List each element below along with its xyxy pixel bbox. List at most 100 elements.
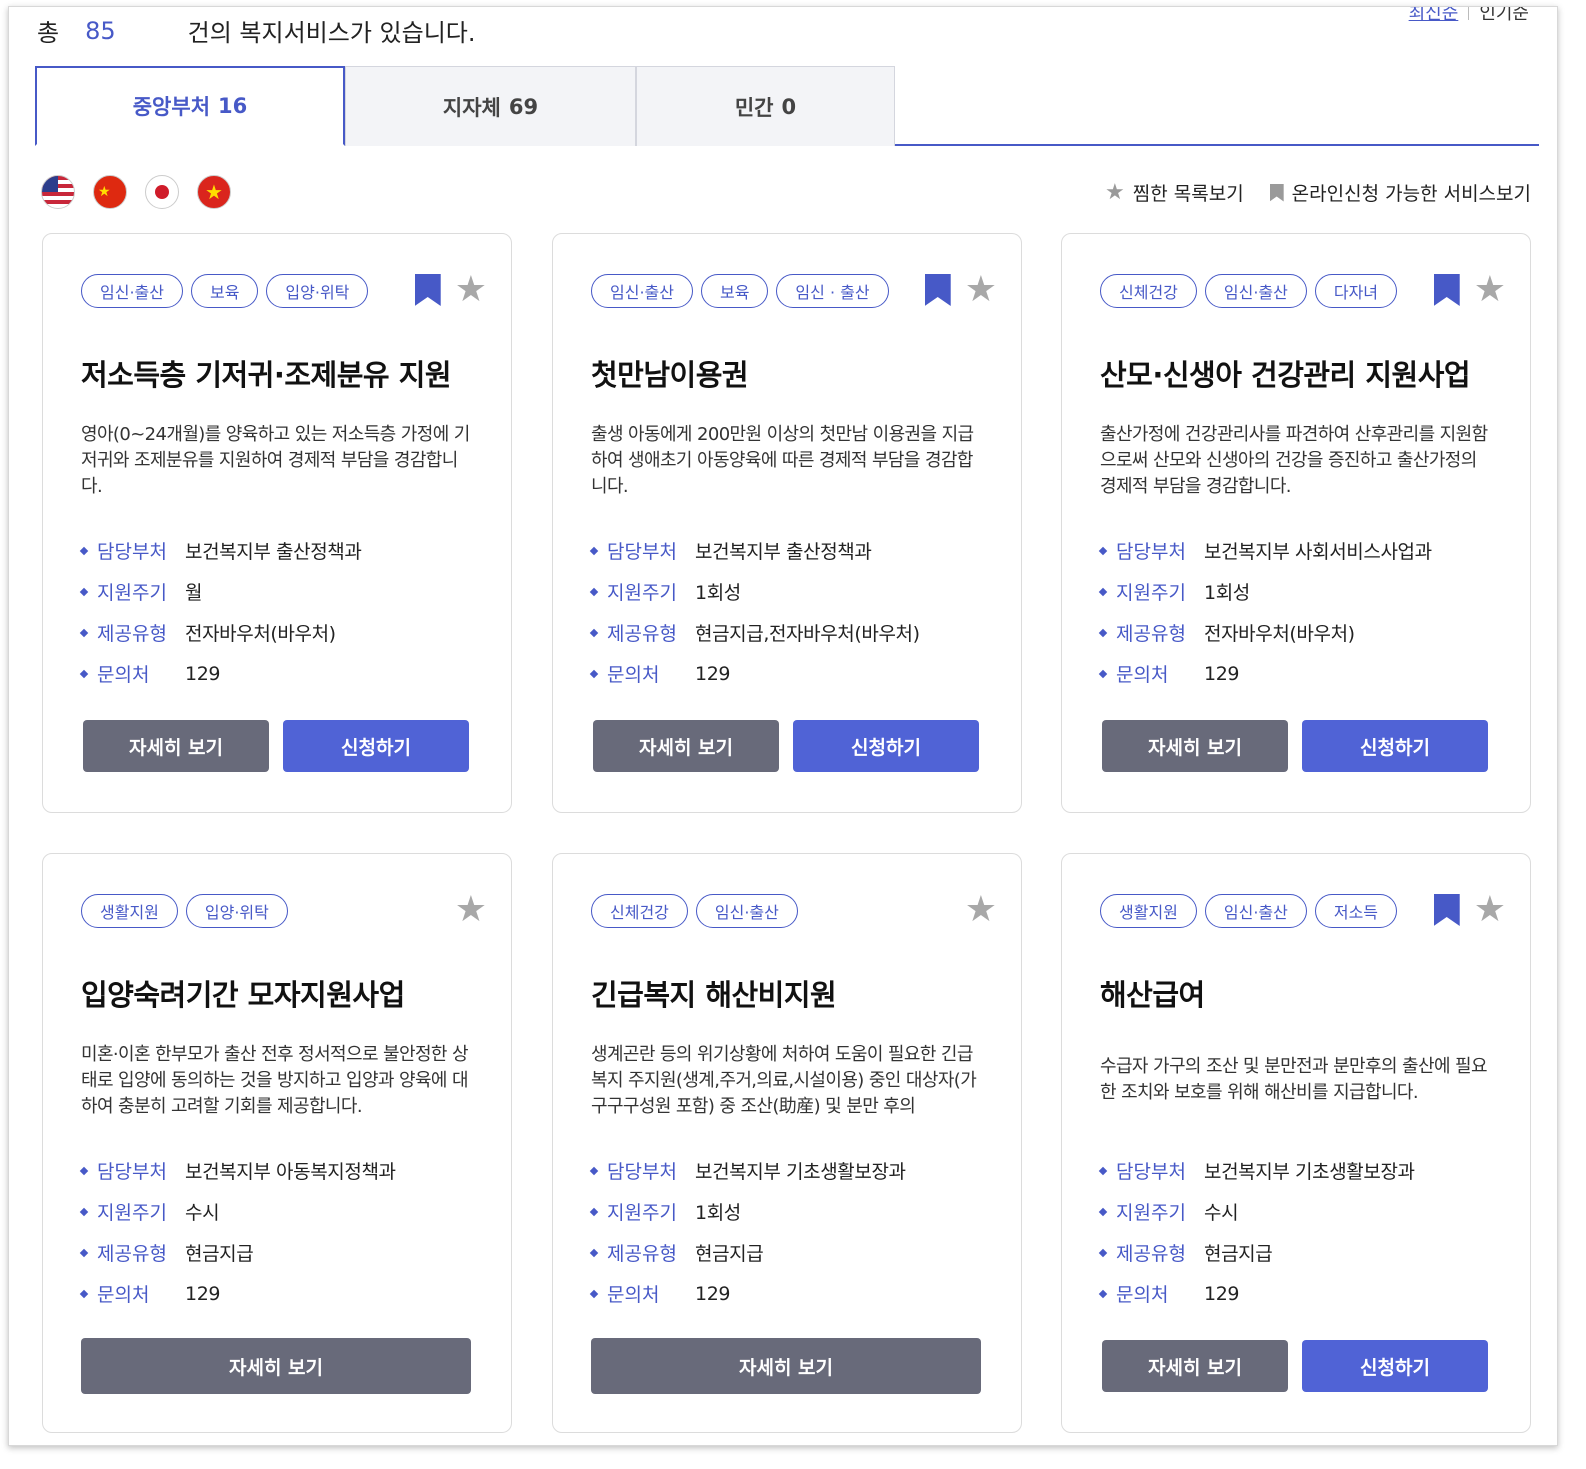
category-tag[interactable]: 임신·출산 [1204, 274, 1307, 308]
bullet-icon [1098, 587, 1108, 596]
detail-button[interactable]: 자세히 보기 [1102, 1340, 1288, 1392]
service-card: 생활지원 임신·출산 저소득 ★ 해산급여 수급자 가구의 조산 및 분만전과 … [1061, 853, 1531, 1433]
cycle-label: 지원주기 [97, 1202, 167, 1224]
dept-value: 보건복지부 기초생활보장과 [1204, 1161, 1415, 1183]
dept-value: 보건복지부 출산정책과 [695, 541, 872, 563]
apply-button[interactable]: 신청하기 [1302, 1340, 1488, 1392]
dept-label: 담당부처 [1116, 541, 1186, 563]
type-label: 제공유형 [607, 623, 677, 645]
bullet-icon [79, 546, 89, 555]
category-tag[interactable]: 임신·출산 [695, 894, 798, 928]
service-card: 임신·출산 보육 입양·위탁 ★ 저소득층 기저귀·조제분유 지원 영아(0~2… [42, 233, 512, 813]
summary-suffix: 건의 복지서비스가 있습니다. [187, 19, 476, 47]
tab-central[interactable]: 중앙부처 16 [35, 66, 345, 146]
tab-local[interactable]: 지자체 69 [345, 66, 636, 146]
card-info: 담당부처 보건복지부 출산정책과 지원주기 월 제공유형 전자바우처(바우처) 문의처… [79, 530, 362, 694]
summary-prefix: 총 [37, 19, 60, 47]
card-tags: 생활지원 임신·출산 저소득 [1100, 894, 1398, 928]
cycle-value: 1회성 [1204, 582, 1250, 604]
vietnam-flag-icon[interactable]: ★ [197, 175, 231, 209]
category-tag[interactable]: 임신·출산 [591, 274, 693, 308]
sort-popular-link[interactable]: 인기순 [1479, 7, 1529, 25]
card-actions: ★ [455, 892, 487, 928]
category-tag[interactable]: 임신·출산 [1204, 894, 1307, 928]
bullet-icon [79, 587, 89, 596]
bullet-icon [589, 587, 599, 596]
bullet-icon [1098, 1248, 1108, 1257]
detail-button[interactable]: 자세히 보기 [1102, 720, 1288, 772]
detail-button[interactable]: 자세히 보기 [591, 1338, 981, 1394]
card-description: 생계곤란 등의 위기상황에 처하여 도움이 필요한 긴급복지 주지원(생계,주거… [591, 1044, 977, 1117]
type-value: 현금지급 [185, 1243, 254, 1265]
card-title: 입양숙려기간 모자지원사업 [81, 978, 405, 1012]
tab-count: 16 [218, 94, 248, 118]
cycle-value: 월 [185, 582, 203, 604]
card-title: 첫만남이용권 [591, 358, 749, 392]
detail-button[interactable]: 자세히 보기 [81, 1338, 471, 1394]
category-tag[interactable]: 다자녀 [1314, 274, 1398, 308]
japan-flag-icon[interactable] [145, 175, 179, 209]
category-tag[interactable]: 입양·위탁 [266, 274, 369, 308]
tab-private[interactable]: 민간 0 [636, 66, 895, 146]
card-description: 미혼·이혼 한부모가 출산 전후 정서적으로 불안정한 상태로 입양에 동의하는… [81, 1044, 469, 1117]
star-icon[interactable]: ★ [1474, 892, 1506, 928]
tab-label: 민간 [734, 95, 774, 120]
category-tag[interactable]: 입양·위탁 [185, 894, 288, 928]
category-tag[interactable]: 보육 [700, 274, 769, 308]
apply-button[interactable]: 신청하기 [793, 720, 979, 772]
category-tag[interactable]: 생활지원 [81, 894, 178, 928]
china-flag-icon[interactable]: ★ [93, 175, 127, 209]
bullet-icon [589, 1248, 599, 1257]
category-tag[interactable]: 신체건강 [591, 894, 688, 928]
bookmark-icon[interactable] [1433, 894, 1460, 926]
type-value: 현금지급 [695, 1243, 764, 1265]
card-tags: 임신·출산 보육 임신 · 출산 [591, 274, 889, 308]
tab-count: 69 [508, 94, 539, 119]
bullet-icon [1098, 669, 1108, 678]
page-frame: 총 85 건의 복지서비스가 있습니다. 최신순 인기순 중앙부처 16 지자체 6… [8, 6, 1558, 1446]
card-description: 영아(0~24개월)를 양육하고 있는 저소득층 가정에 기저귀와 조제분유를 … [81, 424, 470, 497]
bookmark-icon[interactable] [924, 274, 951, 306]
card-actions: ★ [965, 892, 997, 928]
sort-latest-link[interactable]: 최신순 [1409, 7, 1459, 25]
bullet-icon [79, 1207, 89, 1216]
list-filters: ★ 찜한 목록보기 온라인신청 가능한 서비스보기 [1105, 179, 1531, 206]
category-tag[interactable]: 임신·출산 [81, 274, 183, 308]
dept-value: 보건복지부 기초생활보장과 [695, 1161, 906, 1183]
bookmark-icon[interactable] [1433, 274, 1460, 306]
us-flag-icon[interactable] [41, 175, 75, 209]
category-tag[interactable]: 신체건강 [1100, 274, 1197, 308]
contact-label: 문의처 [607, 664, 660, 686]
star-icon[interactable]: ★ [965, 272, 997, 308]
bullet-icon [79, 628, 89, 637]
apply-button[interactable]: 신청하기 [283, 720, 469, 772]
star-icon[interactable]: ★ [1474, 272, 1506, 308]
favorites-filter[interactable]: ★ 찜한 목록보기 [1105, 179, 1244, 206]
dept-label: 담당부처 [607, 541, 677, 563]
star-icon[interactable]: ★ [455, 272, 487, 308]
detail-button[interactable]: 자세히 보기 [83, 720, 269, 772]
card-info: 담당부처 보건복지부 기초생활보장과 지원주기 1회성 제공유형 현금지급 문의처 12… [589, 1150, 906, 1314]
star-icon[interactable]: ★ [965, 892, 997, 928]
bullet-icon [589, 1166, 599, 1175]
type-label: 제공유형 [97, 623, 167, 645]
dept-value: 보건복지부 출산정책과 [185, 541, 362, 563]
bullet-icon [589, 628, 599, 637]
card-title: 저소득층 기저귀·조제분유 지원 [81, 358, 452, 392]
contact-value: 129 [185, 1282, 221, 1305]
category-tag[interactable]: 생활지원 [1100, 894, 1197, 928]
cycle-value: 수시 [1204, 1202, 1239, 1224]
bullet-icon [1098, 1289, 1108, 1298]
category-tag[interactable]: 보육 [190, 274, 259, 308]
bookmark-icon[interactable] [414, 274, 441, 306]
bullet-icon [589, 1289, 599, 1298]
star-icon[interactable]: ★ [455, 892, 487, 928]
cycle-label: 지원주기 [97, 582, 167, 604]
card-tags: 신체건강 임신·출산 [591, 894, 798, 928]
category-tag[interactable]: 임신 · 출산 [776, 274, 889, 308]
apply-button[interactable]: 신청하기 [1302, 720, 1488, 772]
detail-button[interactable]: 자세히 보기 [593, 720, 779, 772]
online-apply-filter[interactable]: 온라인신청 가능한 서비스보기 [1269, 179, 1531, 206]
category-tag[interactable]: 저소득 [1314, 894, 1398, 928]
card-info: 담당부처 보건복지부 사회서비스사업과 지원주기 1회성 제공유형 전자바우처(바우처… [1098, 530, 1432, 694]
